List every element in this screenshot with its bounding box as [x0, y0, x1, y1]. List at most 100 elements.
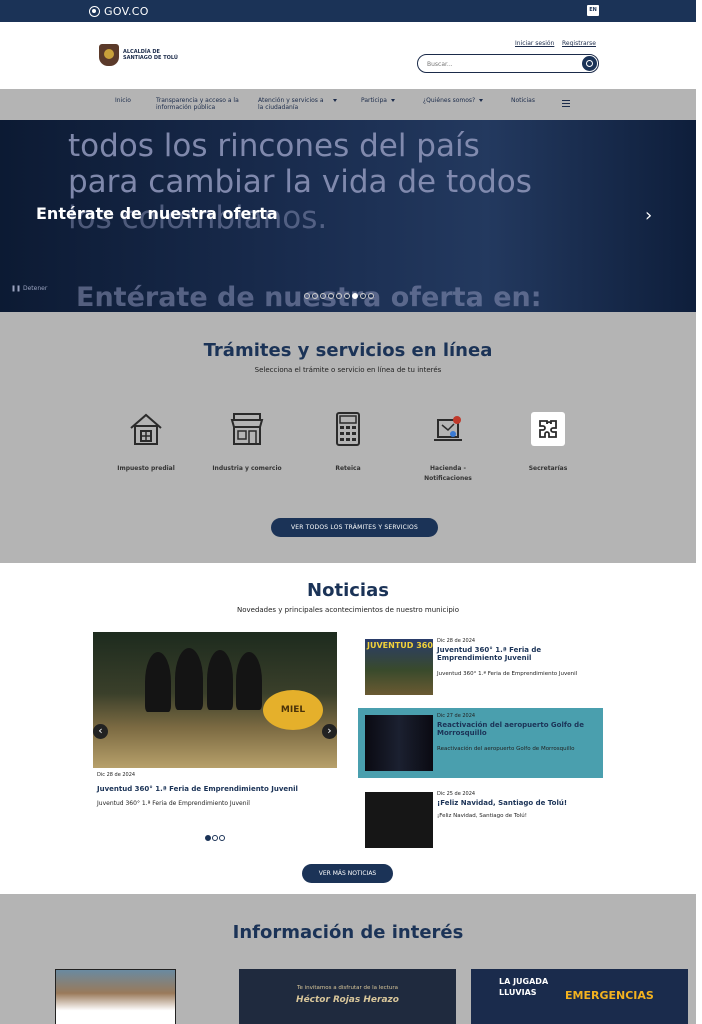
service-label: Impuesto predial [117, 465, 175, 472]
info-card2-text: Te invitamos a disfrutar de la lectura [297, 985, 398, 991]
ver-todos-tramites-button[interactable]: VER TODOS LOS TRÁMITES Y SERVICIOS [271, 518, 438, 537]
house-icon [130, 413, 162, 445]
main-news-title[interactable]: Juventud 360° 1.ª Feria de Emprendimient… [97, 785, 298, 793]
chevron-down-icon [479, 99, 484, 102]
service-impuesto-predial[interactable]: Impuesto predial [106, 411, 186, 474]
news-thumbnail: JUVENTUD 360 [365, 639, 433, 695]
carousel-dot[interactable] [352, 293, 358, 299]
side-news-item[interactable]: JUVENTUD 360 Dic 28 de 2024 Juventud 360… [358, 633, 603, 703]
login-link[interactable]: Iniciar sesión [515, 40, 554, 47]
side-news-title: ¡Feliz Navidad, Santiago de Tolú! [437, 799, 568, 807]
side-news-title: Juventud 360° 1.ª Feria de Emprendimient… [437, 646, 542, 662]
nav-item-inicio[interactable]: Inicio [115, 97, 131, 104]
news-thumbnail [365, 792, 433, 848]
service-industria-comercio[interactable]: Industria y comercio [207, 411, 287, 474]
carousel-dot[interactable] [368, 293, 374, 299]
service-secretarias[interactable]: Secretarías [508, 411, 588, 474]
search-input[interactable] [427, 58, 577, 70]
info-title: Información de interés [232, 922, 464, 943]
carousel-dot[interactable] [344, 293, 350, 299]
puzzle-icon [531, 412, 565, 446]
info-card[interactable]: LA JUGADA LLUVIAS EMERGENCIAS [471, 969, 688, 1024]
side-news-desc: Reactivación del aeropuerto Golfo de Mor… [437, 746, 575, 752]
ver-mas-noticias-button[interactable]: VER MÁS NOTICIAS [302, 864, 393, 883]
nav-item-atencion-label: Atención y servicios a la ciudadanía [258, 97, 324, 111]
nav-item-atencion[interactable]: Atención y servicios a la ciudadanía [258, 97, 328, 111]
carousel-dot[interactable] [312, 293, 318, 299]
search-box [417, 54, 599, 73]
side-news-desc: ¡Feliz Navidad, Santiago de Tolú! [437, 813, 527, 819]
service-label: Secretarías [528, 465, 568, 472]
hero-pagination [304, 293, 374, 299]
news-thumbnail [365, 715, 433, 771]
carousel-dot[interactable] [336, 293, 342, 299]
service-label: Hacienda - Notificaciones [424, 465, 472, 482]
noticias-subtitle: Novedades y principales acontecimientos … [236, 606, 460, 614]
chevron-right-icon[interactable]: › [645, 207, 652, 225]
chevron-left-icon[interactable]: ‹ [93, 724, 108, 739]
chevron-down-icon [333, 99, 337, 102]
info-card3-line1: LA JUGADA [499, 977, 549, 986]
nav-item-transparencia[interactable]: Transparencia y acceso a la información … [156, 97, 240, 111]
hero-title: Entérate de nuestra oferta [36, 204, 278, 223]
side-news-title: Reactivación del aeropuerto Golfo de Mor… [437, 721, 584, 737]
info-card2-name: Héctor Rojas Herazo [296, 995, 399, 1005]
noticias-title: Noticias [307, 580, 389, 601]
side-news-item[interactable]: Dic 27 de 2024 Reactivación del aeropuer… [358, 708, 603, 778]
info-card3-line3: EMERGENCIAS [565, 989, 654, 1002]
nav-item-noticias[interactable]: Noticias [511, 97, 535, 104]
hamburger-menu-icon[interactable] [562, 100, 570, 107]
hero-bg-line2: para cambiar la vida de todos [68, 164, 532, 200]
news-dot[interactable] [205, 835, 211, 841]
info-card[interactable]: Te invitamos a disfrutar de la lectura H… [239, 969, 456, 1024]
side-news-date: Dic 25 de 2024 [437, 791, 476, 797]
carousel-stop-button[interactable]: ❚❚ Detener [11, 285, 47, 292]
alcaldia-logo[interactable]: ALCALDÍA DE SANTIAGO DE TOLÚ [99, 44, 178, 66]
side-news-desc: Juventud 360° 1.ª Feria de Emprendimient… [437, 671, 578, 677]
logo-line2: SANTIAGO DE TOLÚ [123, 55, 178, 61]
register-link[interactable]: Registrarse [562, 40, 596, 47]
coat-of-arms-icon [99, 44, 119, 66]
miel-sign: MIEL [263, 690, 323, 730]
side-news-date: Dic 27 de 2024 [437, 713, 476, 719]
info-card3-line2: LLUVIAS [499, 988, 537, 997]
gov-co-icon [89, 5, 100, 17]
side-news-item[interactable]: Dic 25 de 2024 ¡Feliz Navidad, Santiago … [358, 786, 603, 856]
tramites-title: Trámites y servicios en línea [203, 340, 493, 361]
main-nav [0, 89, 696, 120]
nav-item-quienes-somos[interactable]: ¿Quiénes somos? [423, 97, 484, 104]
carousel-dot[interactable] [328, 293, 334, 299]
pause-icon: ❚❚ [11, 285, 23, 292]
gov-co-logo[interactable]: GOV.CO [89, 3, 149, 19]
nav-item-participa[interactable]: Participa [361, 97, 395, 104]
carousel-dot[interactable] [320, 293, 326, 299]
carousel-dot[interactable] [304, 293, 310, 299]
service-label: Reteica [335, 465, 361, 472]
search-icon[interactable] [582, 56, 597, 71]
news-dot[interactable] [212, 835, 218, 841]
nav-item-participa-label: Participa [361, 97, 387, 104]
gov-co-text: GOV.CO [104, 4, 149, 18]
chevron-right-icon[interactable]: › [322, 724, 337, 739]
main-news-desc: Juventud 360° 1.ª Feria de Emprendimient… [97, 800, 250, 807]
tramites-subtitle: Selecciona el trámite o servicio en líne… [254, 366, 442, 374]
service-reteica[interactable]: Reteica [308, 411, 388, 474]
carousel-dot[interactable] [360, 293, 366, 299]
hero-bg-line1: todos los rincones del país [68, 128, 480, 164]
news-pagination [205, 835, 225, 841]
service-hacienda-notificaciones[interactable]: Hacienda - Notificaciones [408, 411, 488, 484]
info-card[interactable] [55, 969, 176, 1024]
chevron-down-icon [390, 99, 395, 102]
store-icon [230, 413, 264, 445]
news-dot[interactable] [219, 835, 225, 841]
calculator-icon [336, 412, 360, 446]
main-news-date: Dic 28 de 2024 [97, 772, 136, 778]
thumb-text: JUVENTUD 360 [367, 641, 433, 650]
notification-icon [434, 416, 462, 441]
main-news-image[interactable]: MIEL [93, 632, 337, 768]
nav-item-quienes-label: ¿Quiénes somos? [423, 97, 476, 104]
side-news-date: Dic 28 de 2024 [437, 638, 476, 644]
service-label: Industria y comercio [212, 465, 282, 472]
language-toggle[interactable]: EN [587, 5, 599, 16]
carousel-stop-label: Detener [22, 285, 48, 292]
